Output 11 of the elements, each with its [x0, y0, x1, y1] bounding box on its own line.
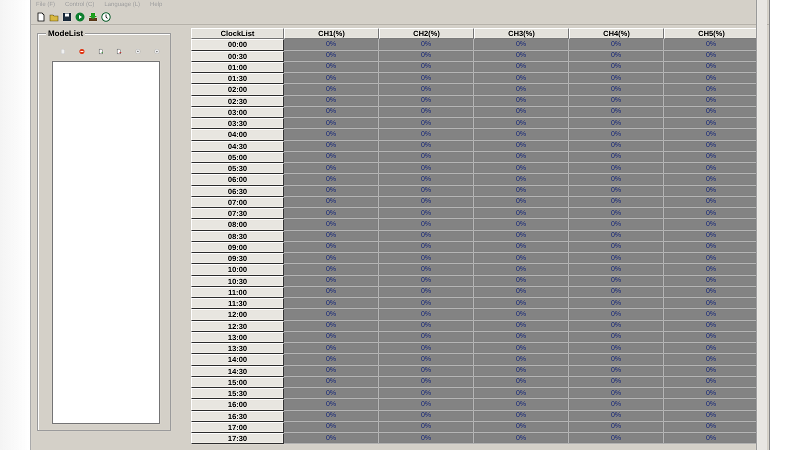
clock-icon[interactable]	[101, 12, 111, 22]
new-file-icon[interactable]	[36, 12, 46, 22]
download-icon[interactable]	[88, 12, 98, 22]
mode-listbox[interactable]	[52, 61, 160, 424]
document-icon[interactable]	[116, 47, 122, 56]
scrollbar[interactable]	[756, 0, 767, 450]
delete-icon[interactable]	[78, 47, 85, 56]
play-icon[interactable]	[75, 12, 85, 22]
save-icon[interactable]	[62, 12, 72, 22]
document-icon[interactable]	[98, 47, 104, 56]
group-title: ModeList	[46, 29, 86, 38]
